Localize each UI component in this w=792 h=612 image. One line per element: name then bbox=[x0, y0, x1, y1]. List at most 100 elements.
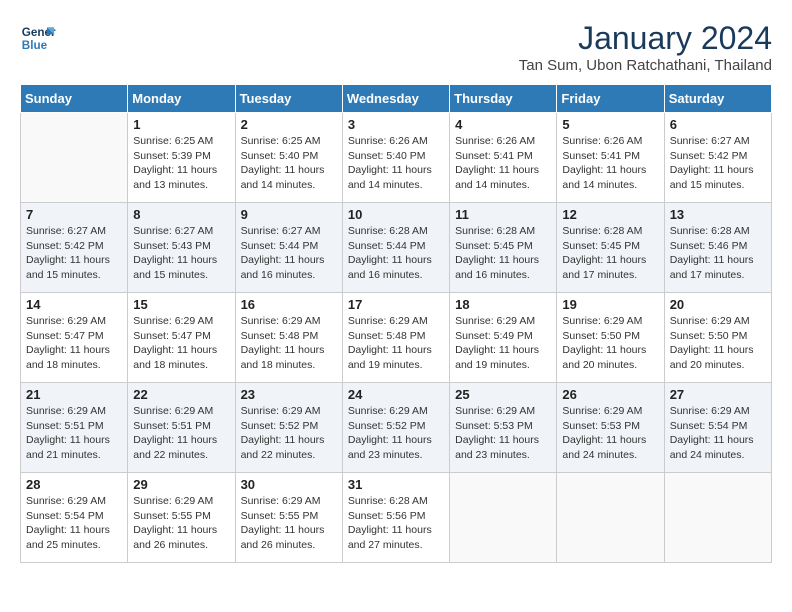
calendar-cell: 27 Sunrise: 6:29 AM Sunset: 5:54 PM Dayli… bbox=[664, 383, 771, 473]
day-info: Sunrise: 6:28 AM Sunset: 5:45 PM Dayligh… bbox=[562, 224, 658, 283]
day-number: 12 bbox=[562, 207, 658, 222]
calendar-cell bbox=[21, 113, 128, 203]
subtitle: Tan Sum, Ubon Ratchathani, Thailand bbox=[519, 57, 772, 74]
day-number: 24 bbox=[348, 387, 444, 402]
calendar-cell: 14Sunrise: 6:29 AM Sunset: 5:47 PM Dayli… bbox=[21, 293, 128, 383]
calendar-cell: 2 Sunrise: 6:25 AM Sunset: 5:40 PM Daylig… bbox=[235, 113, 342, 203]
day-number: 20 bbox=[670, 297, 766, 312]
day-info: Sunrise: 6:29 AM Sunset: 5:53 PM Dayligh… bbox=[562, 404, 658, 463]
day-info: Sunrise: 6:27 AM Sunset: 5:42 PM Dayligh… bbox=[26, 224, 122, 283]
calendar-week-row: 28Sunrise: 6:29 AM Sunset: 5:54 PM Dayli… bbox=[21, 473, 772, 563]
calendar-cell bbox=[450, 473, 557, 563]
calendar-cell: 3 Sunrise: 6:26 AM Sunset: 5:40 PM Daylig… bbox=[342, 113, 449, 203]
calendar-week-row: 14Sunrise: 6:29 AM Sunset: 5:47 PM Dayli… bbox=[21, 293, 772, 383]
day-number: 1 bbox=[133, 117, 229, 132]
calendar-cell: 9 Sunrise: 6:27 AM Sunset: 5:44 PM Daylig… bbox=[235, 203, 342, 293]
calendar-cell: 16 Sunrise: 6:29 AM Sunset: 5:48 PM Dayli… bbox=[235, 293, 342, 383]
calendar-cell: 26 Sunrise: 6:29 AM Sunset: 5:53 PM Dayli… bbox=[557, 383, 664, 473]
day-info: Sunrise: 6:29 AM Sunset: 5:47 PM Dayligh… bbox=[26, 314, 122, 373]
calendar-cell: 15 Sunrise: 6:29 AM Sunset: 5:47 PM Dayli… bbox=[128, 293, 235, 383]
calendar-cell: 30Sunrise: 6:29 AM Sunset: 5:55 PM Dayli… bbox=[235, 473, 342, 563]
calendar-cell: 5Sunrise: 6:26 AM Sunset: 5:41 PM Daylig… bbox=[557, 113, 664, 203]
calendar-cell: 23Sunrise: 6:29 AM Sunset: 5:52 PM Dayli… bbox=[235, 383, 342, 473]
day-number: 26 bbox=[562, 387, 658, 402]
day-number: 16 bbox=[241, 297, 337, 312]
day-info: Sunrise: 6:25 AM Sunset: 5:40 PM Dayligh… bbox=[241, 134, 337, 193]
svg-text:Blue: Blue bbox=[22, 39, 48, 52]
day-info: Sunrise: 6:29 AM Sunset: 5:47 PM Dayligh… bbox=[133, 314, 229, 373]
day-info: Sunrise: 6:29 AM Sunset: 5:54 PM Dayligh… bbox=[670, 404, 766, 463]
weekday-header-wednesday: Wednesday bbox=[342, 85, 449, 113]
day-info: Sunrise: 6:29 AM Sunset: 5:51 PM Dayligh… bbox=[133, 404, 229, 463]
day-info: Sunrise: 6:29 AM Sunset: 5:48 PM Dayligh… bbox=[241, 314, 337, 373]
calendar-cell: 22 Sunrise: 6:29 AM Sunset: 5:51 PM Dayli… bbox=[128, 383, 235, 473]
day-number: 10 bbox=[348, 207, 444, 222]
calendar-cell: 25 Sunrise: 6:29 AM Sunset: 5:53 PM Dayli… bbox=[450, 383, 557, 473]
calendar-cell: 28Sunrise: 6:29 AM Sunset: 5:54 PM Dayli… bbox=[21, 473, 128, 563]
day-info: Sunrise: 6:26 AM Sunset: 5:40 PM Dayligh… bbox=[348, 134, 444, 193]
day-info: Sunrise: 6:29 AM Sunset: 5:50 PM Dayligh… bbox=[562, 314, 658, 373]
calendar-cell bbox=[557, 473, 664, 563]
calendar-cell: 12 Sunrise: 6:28 AM Sunset: 5:45 PM Dayli… bbox=[557, 203, 664, 293]
day-number: 4 bbox=[455, 117, 551, 132]
day-number: 6 bbox=[670, 117, 766, 132]
day-info: Sunrise: 6:28 AM Sunset: 5:44 PM Dayligh… bbox=[348, 224, 444, 283]
day-info: Sunrise: 6:28 AM Sunset: 5:56 PM Dayligh… bbox=[348, 494, 444, 553]
calendar-table: SundayMondayTuesdayWednesdayThursdayFrid… bbox=[20, 84, 772, 563]
day-info: Sunrise: 6:29 AM Sunset: 5:49 PM Dayligh… bbox=[455, 314, 551, 373]
calendar-week-row: 7 Sunrise: 6:27 AM Sunset: 5:42 PM Daylig… bbox=[21, 203, 772, 293]
calendar-cell: 8Sunrise: 6:27 AM Sunset: 5:43 PM Daylig… bbox=[128, 203, 235, 293]
page-header: General Blue January 2024 Tan Sum, Ubon … bbox=[20, 20, 772, 74]
day-info: Sunrise: 6:27 AM Sunset: 5:43 PM Dayligh… bbox=[133, 224, 229, 283]
day-info: Sunrise: 6:28 AM Sunset: 5:46 PM Dayligh… bbox=[670, 224, 766, 283]
calendar-week-row: 1 Sunrise: 6:25 AM Sunset: 5:39 PM Daylig… bbox=[21, 113, 772, 203]
day-info: Sunrise: 6:29 AM Sunset: 5:53 PM Dayligh… bbox=[455, 404, 551, 463]
day-number: 3 bbox=[348, 117, 444, 132]
day-info: Sunrise: 6:29 AM Sunset: 5:55 PM Dayligh… bbox=[133, 494, 229, 553]
weekday-header-row: SundayMondayTuesdayWednesdayThursdayFrid… bbox=[21, 85, 772, 113]
calendar-cell: 29 Sunrise: 6:29 AM Sunset: 5:55 PM Dayli… bbox=[128, 473, 235, 563]
day-number: 27 bbox=[670, 387, 766, 402]
weekday-header-tuesday: Tuesday bbox=[235, 85, 342, 113]
calendar-cell bbox=[664, 473, 771, 563]
calendar-cell: 18Sunrise: 6:29 AM Sunset: 5:49 PM Dayli… bbox=[450, 293, 557, 383]
day-info: Sunrise: 6:26 AM Sunset: 5:41 PM Dayligh… bbox=[562, 134, 658, 193]
weekday-header-sunday: Sunday bbox=[21, 85, 128, 113]
day-number: 17 bbox=[348, 297, 444, 312]
title-block: January 2024 Tan Sum, Ubon Ratchathani, … bbox=[519, 20, 772, 74]
day-number: 7 bbox=[26, 207, 122, 222]
day-info: Sunrise: 6:29 AM Sunset: 5:54 PM Dayligh… bbox=[26, 494, 122, 553]
day-number: 21 bbox=[26, 387, 122, 402]
day-number: 9 bbox=[241, 207, 337, 222]
day-info: Sunrise: 6:25 AM Sunset: 5:39 PM Dayligh… bbox=[133, 134, 229, 193]
weekday-header-friday: Friday bbox=[557, 85, 664, 113]
day-info: Sunrise: 6:27 AM Sunset: 5:44 PM Dayligh… bbox=[241, 224, 337, 283]
day-number: 29 bbox=[133, 477, 229, 492]
calendar-cell: 21Sunrise: 6:29 AM Sunset: 5:51 PM Dayli… bbox=[21, 383, 128, 473]
weekday-header-monday: Monday bbox=[128, 85, 235, 113]
calendar-cell: 13Sunrise: 6:28 AM Sunset: 5:46 PM Dayli… bbox=[664, 203, 771, 293]
calendar-cell: 6Sunrise: 6:27 AM Sunset: 5:42 PM Daylig… bbox=[664, 113, 771, 203]
day-number: 2 bbox=[241, 117, 337, 132]
calendar-cell: 4 Sunrise: 6:26 AM Sunset: 5:41 PM Daylig… bbox=[450, 113, 557, 203]
day-number: 31 bbox=[348, 477, 444, 492]
calendar-cell: 7 Sunrise: 6:27 AM Sunset: 5:42 PM Daylig… bbox=[21, 203, 128, 293]
day-number: 15 bbox=[133, 297, 229, 312]
calendar-cell: 10 Sunrise: 6:28 AM Sunset: 5:44 PM Dayli… bbox=[342, 203, 449, 293]
day-info: Sunrise: 6:29 AM Sunset: 5:48 PM Dayligh… bbox=[348, 314, 444, 373]
calendar-cell: 19Sunrise: 6:29 AM Sunset: 5:50 PM Dayli… bbox=[557, 293, 664, 383]
day-info: Sunrise: 6:26 AM Sunset: 5:41 PM Dayligh… bbox=[455, 134, 551, 193]
calendar-cell: 17 Sunrise: 6:29 AM Sunset: 5:48 PM Dayli… bbox=[342, 293, 449, 383]
logo: General Blue bbox=[20, 20, 56, 56]
calendar-week-row: 21 Sunrise: 6:29 AM Sunset: 5:51 PM Dayli… bbox=[21, 383, 772, 473]
day-info: Sunrise: 6:29 AM Sunset: 5:50 PM Dayligh… bbox=[670, 314, 766, 373]
day-info: Sunrise: 6:29 AM Sunset: 5:52 PM Dayligh… bbox=[241, 404, 337, 463]
calendar-cell: 11Sunrise: 6:28 AM Sunset: 5:45 PM Dayli… bbox=[450, 203, 557, 293]
day-number: 22 bbox=[133, 387, 229, 402]
day-info: Sunrise: 6:28 AM Sunset: 5:45 PM Dayligh… bbox=[455, 224, 551, 283]
weekday-header-saturday: Saturday bbox=[664, 85, 771, 113]
logo-icon: General Blue bbox=[20, 20, 56, 56]
day-info: Sunrise: 6:29 AM Sunset: 5:55 PM Dayligh… bbox=[241, 494, 337, 553]
calendar-cell: 24Sunrise: 6:29 AM Sunset: 5:52 PM Dayli… bbox=[342, 383, 449, 473]
day-number: 25 bbox=[455, 387, 551, 402]
